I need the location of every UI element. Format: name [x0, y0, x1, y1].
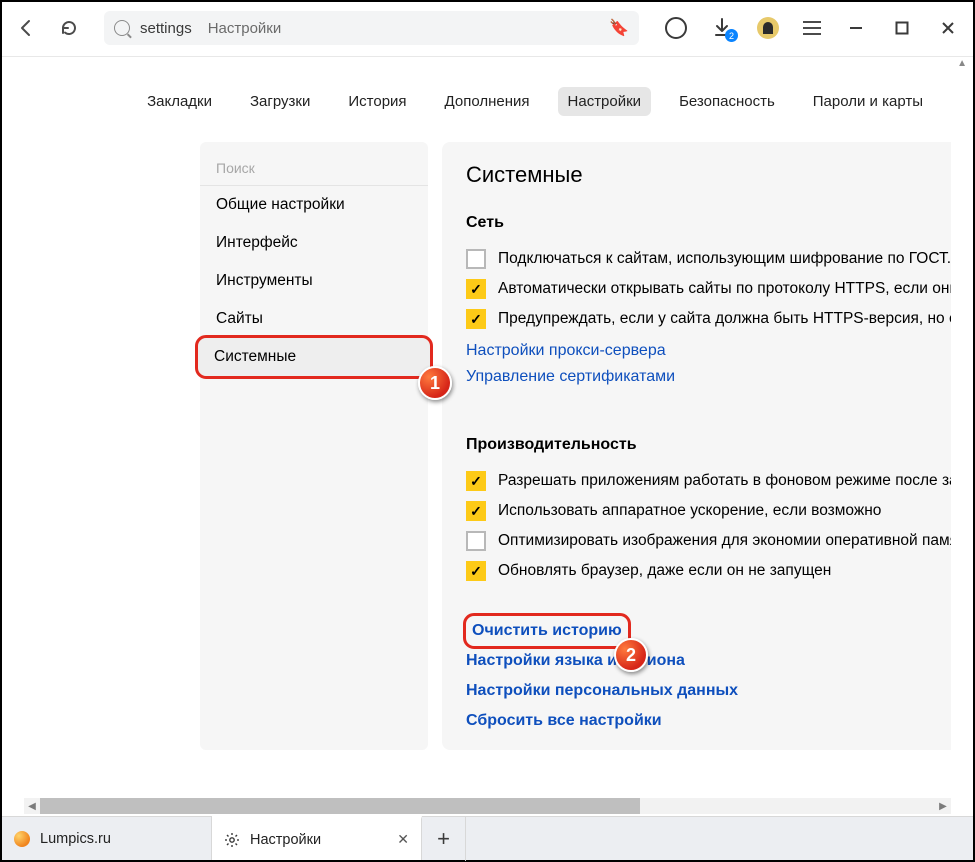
settings-content: Системные Сеть Подключаться к сайтам, ис… [442, 142, 951, 750]
nav-bookmarks[interactable]: Закладки [137, 87, 222, 116]
callout-badge-1: 1 [418, 366, 452, 400]
opt-gost[interactable]: Подключаться к сайтам, использующим шифр… [466, 244, 927, 274]
nav-settings[interactable]: Настройки [558, 87, 652, 116]
sidebar-search-placeholder: Поиск [216, 160, 255, 176]
toolbar-right: 2 [665, 17, 959, 39]
nav-downloads[interactable]: Загрузки [240, 87, 320, 116]
sidebar-item-general[interactable]: Общие настройки [200, 186, 428, 224]
downloads-button[interactable]: 2 [711, 17, 733, 39]
settings-sidebar: Поиск Общие настройки Интерфейс Инструме… [200, 142, 428, 750]
scrollbar-track[interactable] [40, 798, 935, 814]
settings-body: Поиск Общие настройки Интерфейс Инструме… [2, 142, 973, 750]
tab-strip: Lumpics.ru Настройки ✕ + [2, 816, 973, 860]
nav-history[interactable]: История [338, 87, 416, 116]
arrow-left-icon [17, 18, 37, 38]
extension-icon[interactable] [757, 17, 779, 39]
yandex-home-icon[interactable] [665, 17, 687, 39]
sidebar-item-tools[interactable]: Инструменты [200, 262, 428, 300]
link-personal-data[interactable]: Настройки персональных данных [466, 676, 927, 706]
opt-label: Использовать аппаратное ускорение, если … [498, 502, 881, 520]
link-certificates[interactable]: Управление сертификатами [466, 364, 927, 390]
scroll-up-arrow-icon[interactable]: ▲ [957, 58, 967, 69]
scroll-right-icon[interactable]: ▶ [935, 798, 951, 814]
opt-label: Оптимизировать изображения для экономии … [498, 532, 951, 550]
link-proxy-settings[interactable]: Настройки прокси-сервера [466, 338, 927, 364]
checkbox-icon[interactable] [466, 531, 486, 551]
sidebar-item-system[interactable]: Системные [198, 338, 430, 376]
checkbox-checked-icon[interactable] [466, 471, 486, 491]
opt-label: Автоматически открывать сайты по протоко… [498, 280, 951, 298]
opt-label: Разрешать приложениям работать в фоновом… [498, 472, 951, 490]
sidebar-item-sites[interactable]: Сайты [200, 300, 428, 338]
scroll-left-icon[interactable]: ◀ [24, 798, 40, 814]
menu-button[interactable] [803, 21, 821, 35]
page-title: Системные [466, 162, 927, 188]
sidebar-search-input[interactable]: Поиск [200, 150, 428, 186]
new-tab-button[interactable]: + [422, 817, 466, 861]
link-reset-settings[interactable]: Сбросить все настройки [466, 706, 927, 736]
callout-badge-2: 2 [614, 638, 648, 672]
window-minimize-button[interactable] [845, 17, 867, 39]
reload-button[interactable] [58, 17, 80, 39]
checkbox-icon[interactable] [466, 249, 486, 269]
tab-lumpics[interactable]: Lumpics.ru [2, 817, 212, 860]
horizontal-scrollbar[interactable]: ◀ ▶ [24, 798, 951, 814]
nav-addons[interactable]: Дополнения [435, 87, 540, 116]
opt-background-apps[interactable]: Разрешать приложениям работать в фоновом… [466, 466, 927, 496]
opt-label: Подключаться к сайтам, использующим шифр… [498, 250, 951, 268]
opt-hw-accel[interactable]: Использовать аппаратное ускорение, если … [466, 496, 927, 526]
tab-title: Настройки [250, 832, 321, 848]
back-button[interactable] [16, 17, 38, 39]
action-links: Очистить историю Настройки языка и регио… [466, 616, 927, 736]
search-icon [114, 20, 130, 36]
checkbox-checked-icon[interactable] [466, 501, 486, 521]
minimize-icon [849, 21, 863, 35]
opt-label: Предупреждать, если у сайта должна быть … [498, 310, 951, 328]
bookmark-icon[interactable]: 🔖 [609, 18, 629, 38]
opt-optimize-images[interactable]: Оптимизировать изображения для экономии … [466, 526, 927, 556]
scrollbar-thumb[interactable] [40, 798, 640, 814]
highlight-clear-history: Очистить историю [466, 616, 628, 646]
maximize-icon [895, 21, 909, 35]
nav-security[interactable]: Безопасность [669, 87, 785, 116]
download-badge: 2 [725, 29, 738, 42]
link-clear-history[interactable]: Очистить историю [472, 616, 622, 646]
settings-nav: Закладки Загрузки История Дополнения Нас… [2, 57, 973, 142]
favicon-lumpics-icon [14, 831, 30, 847]
checkbox-checked-icon[interactable] [466, 561, 486, 581]
link-language-region[interactable]: Настройки языка и региона [466, 646, 927, 676]
opt-https-auto[interactable]: Автоматически открывать сайты по протоко… [466, 274, 927, 304]
section-network-title: Сеть [466, 214, 927, 232]
window-maximize-button[interactable] [891, 17, 913, 39]
network-links: Настройки прокси-сервера Управление серт… [466, 338, 927, 390]
tab-settings[interactable]: Настройки ✕ [212, 816, 422, 860]
address-primary: settings [140, 20, 192, 37]
opt-update-browser[interactable]: Обновлять браузер, даже если он не запущ… [466, 556, 927, 586]
nav-passwords-cards[interactable]: Пароли и карты [803, 87, 933, 116]
reload-icon [59, 18, 79, 38]
sidebar-item-interface[interactable]: Интерфейс [200, 224, 428, 262]
checkbox-checked-icon[interactable] [466, 309, 486, 329]
window-close-button[interactable] [937, 17, 959, 39]
gear-icon [224, 832, 240, 848]
checkbox-checked-icon[interactable] [466, 279, 486, 299]
section-performance-title: Производительность [466, 436, 927, 454]
address-bar[interactable]: settings Настройки 🔖 [104, 11, 639, 45]
close-icon [941, 21, 955, 35]
opt-https-warn[interactable]: Предупреждать, если у сайта должна быть … [466, 304, 927, 334]
address-secondary: Настройки [208, 20, 282, 37]
tab-title: Lumpics.ru [40, 831, 111, 847]
opt-label: Обновлять браузер, даже если он не запущ… [498, 562, 831, 580]
tab-close-button[interactable]: ✕ [397, 831, 409, 848]
browser-toolbar: settings Настройки 🔖 2 [2, 2, 973, 54]
